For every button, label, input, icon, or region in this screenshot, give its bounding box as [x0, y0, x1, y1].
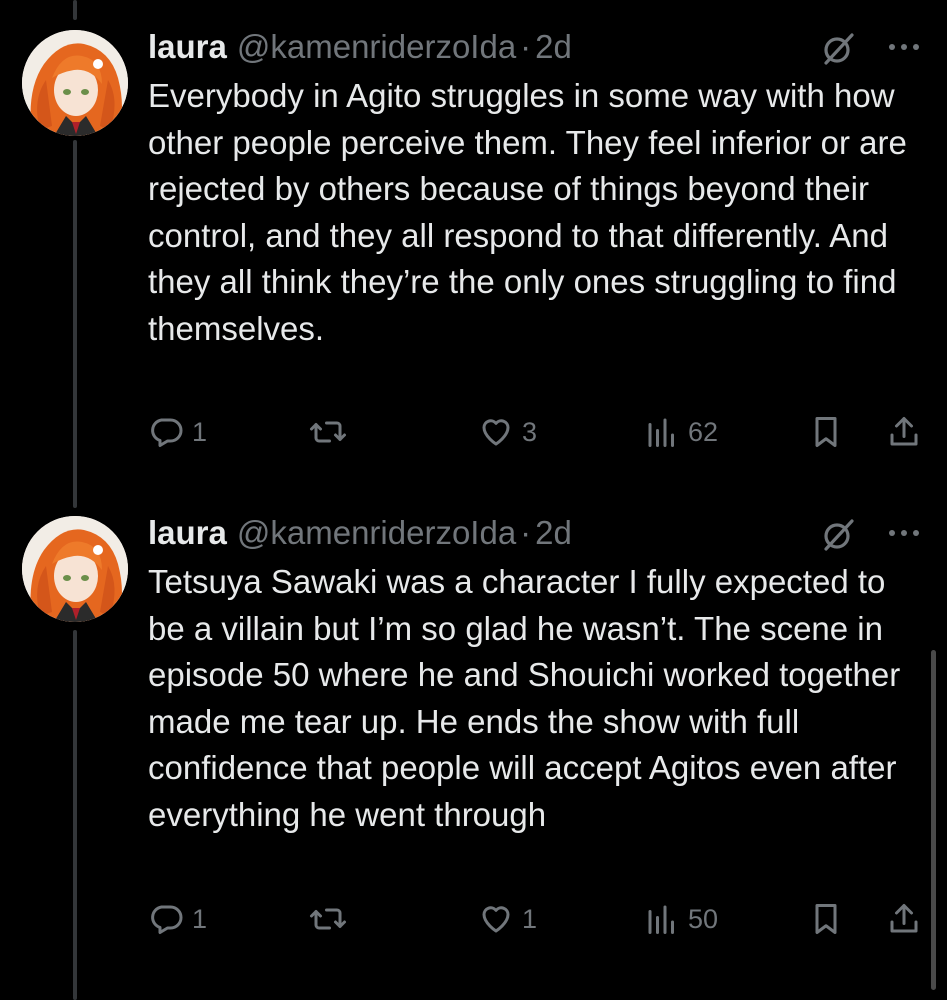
timestamp[interactable]: 2d	[535, 28, 572, 66]
tweet[interactable]: laura @kamenriderzoIda · 2d Tetsuya Sawa…	[0, 513, 947, 983]
grok-icon[interactable]	[818, 515, 858, 555]
share-icon	[886, 414, 922, 450]
heart-icon	[478, 901, 514, 937]
reply-icon	[148, 414, 184, 450]
like-button[interactable]: 3	[478, 410, 537, 454]
like-count: 3	[522, 416, 538, 447]
view-count: 50	[688, 903, 719, 934]
share-icon	[886, 901, 922, 937]
tweet-text: Tetsuya Sawaki was a character I fully e…	[148, 563, 910, 833]
user-handle[interactable]: @kamenriderzoIda	[237, 514, 516, 552]
reply-icon	[148, 901, 184, 937]
bookmark-icon	[808, 901, 844, 937]
reply-count: 1	[192, 903, 208, 934]
retweet-icon	[308, 901, 348, 937]
reply-button[interactable]: 1	[148, 410, 207, 454]
retweet-button[interactable]	[308, 897, 348, 941]
more-icon[interactable]	[884, 29, 924, 69]
display-name[interactable]: laura	[148, 28, 227, 66]
tweet-header: laura @kamenriderzoIda · 2d	[148, 27, 572, 67]
view-count: 62	[688, 416, 719, 447]
views-icon	[644, 901, 680, 937]
scrollbar[interactable]	[931, 650, 936, 990]
retweet-icon	[308, 414, 348, 450]
tweet-actions: 1 3 62	[148, 410, 928, 454]
views-button[interactable]: 62	[644, 410, 718, 454]
heart-icon	[478, 414, 514, 450]
bookmark-button[interactable]	[808, 410, 844, 454]
avatar[interactable]	[22, 30, 128, 136]
timestamp[interactable]: 2d	[535, 514, 572, 552]
tweet-actions: 1 1 50	[148, 897, 928, 941]
display-name[interactable]: laura	[148, 514, 227, 552]
tweet-text: Everybody in Agito struggles in some way…	[148, 77, 916, 347]
tweet[interactable]: laura @kamenriderzoIda · 2d Everybody in…	[0, 27, 947, 467]
views-button[interactable]: 50	[644, 897, 718, 941]
bookmark-button[interactable]	[808, 897, 844, 941]
grok-icon[interactable]	[818, 29, 858, 69]
like-button[interactable]: 1	[478, 897, 537, 941]
reply-count: 1	[192, 416, 208, 447]
more-icon[interactable]	[884, 515, 924, 555]
avatar[interactable]	[22, 516, 128, 622]
share-button[interactable]	[886, 897, 922, 941]
bookmark-icon	[808, 414, 844, 450]
like-count: 1	[522, 903, 538, 934]
tweet-header: laura @kamenriderzoIda · 2d	[148, 513, 572, 553]
timeline: laura @kamenriderzoIda · 2d Everybody in…	[0, 0, 947, 1000]
reply-button[interactable]: 1	[148, 897, 207, 941]
share-button[interactable]	[886, 410, 922, 454]
separator-dot: ·	[520, 514, 532, 551]
user-handle[interactable]: @kamenriderzoIda	[237, 28, 516, 66]
views-icon	[644, 414, 680, 450]
thread-line-top	[73, 0, 77, 20]
retweet-button[interactable]	[308, 410, 348, 454]
separator-dot: ·	[520, 28, 532, 65]
